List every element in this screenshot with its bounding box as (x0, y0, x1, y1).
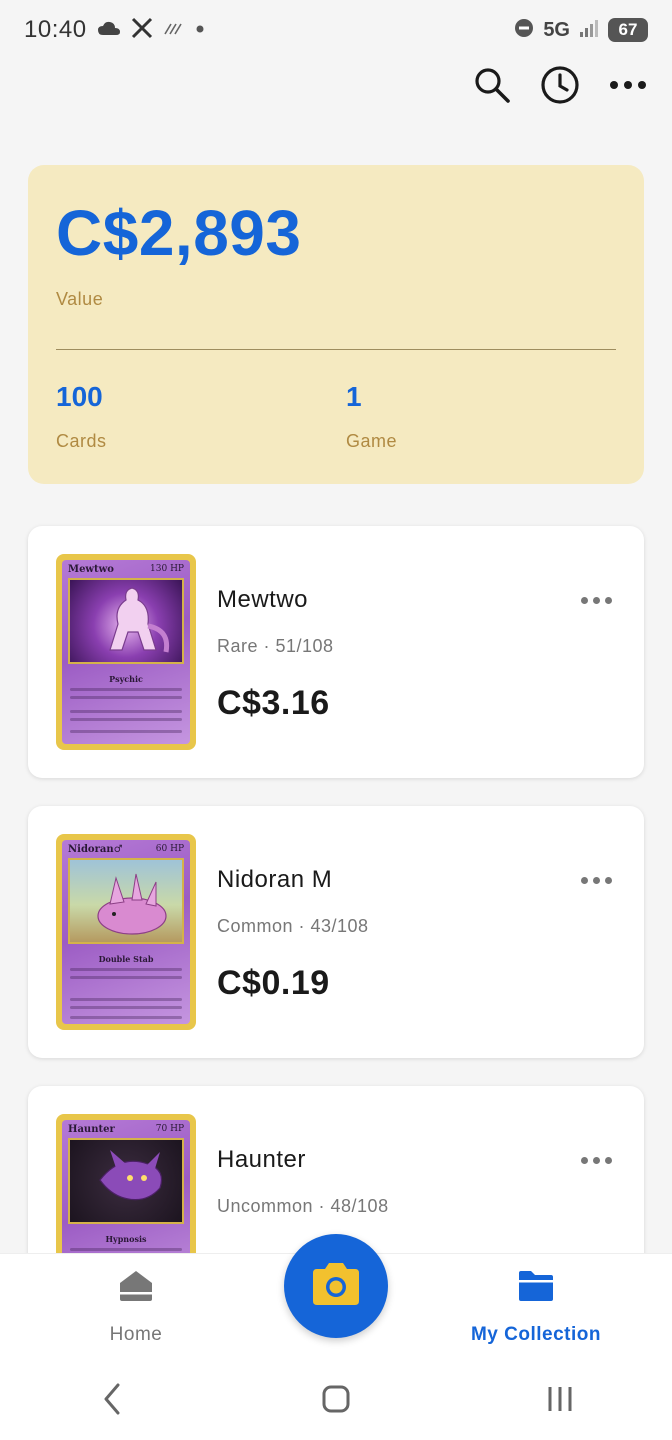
card-name: Haunter (217, 1146, 306, 1173)
dnd-icon (513, 17, 535, 44)
summary-divider (56, 349, 616, 350)
system-navigation-bar (0, 1358, 672, 1440)
network-label: 5G (543, 18, 570, 41)
card-image-hp: 130 HP (150, 564, 184, 574)
card-image: Mewtwo 130 HP Psychic (56, 554, 196, 750)
home-icon (46, 1264, 226, 1308)
collection-summary-card: C$2,893 Value 100 Cards 1 Game (28, 165, 644, 484)
status-right: 5G 67 (513, 17, 648, 44)
card-image-hp: 70 HP (155, 1124, 184, 1134)
card-image: Nidoran♂ 60 HP Double Stab (56, 834, 196, 1030)
card-list-item[interactable]: Mewtwo 130 HP Psychic Mewtwo Rare · 51/1… (28, 526, 644, 778)
dot-icon (195, 21, 205, 39)
card-price: C$3.16 (217, 684, 330, 722)
system-back-icon[interactable] (82, 1369, 142, 1429)
system-home-icon[interactable] (306, 1369, 366, 1429)
card-rarity-number: Rare · 51/108 (217, 636, 334, 656)
folder-icon (446, 1264, 626, 1308)
card-more-icon[interactable] (576, 588, 616, 612)
card-more-icon[interactable] (576, 868, 616, 892)
cloud-icon (97, 20, 121, 41)
card-image-attack: Double Stab (98, 954, 154, 964)
games-count: 1 (346, 381, 362, 412)
card-image-name: Haunter (68, 1124, 115, 1135)
system-recents-icon[interactable] (530, 1369, 590, 1429)
games-stat: 1 Game (346, 381, 397, 452)
card-rarity-number: Uncommon · 48/108 (217, 1196, 389, 1216)
more-icon[interactable] (608, 65, 648, 105)
card-price: C$0.19 (217, 964, 330, 1002)
cards-stat: 100 Cards (56, 381, 107, 452)
card-image-name: Mewtwo (68, 564, 114, 575)
card-image-attack: Psychic (109, 674, 143, 684)
camera-icon (309, 1261, 363, 1312)
card-rarity-number: Common · 43/108 (217, 916, 369, 936)
status-left: 10:40 (24, 16, 205, 44)
card-image-name: Nidoran♂ (68, 844, 123, 855)
history-icon[interactable] (540, 65, 580, 105)
battery-icon: 67 (608, 18, 648, 42)
nav-my-collection-label: My Collection (470, 1324, 601, 1345)
card-name: Mewtwo (217, 586, 309, 613)
nav-home[interactable]: Home (46, 1264, 226, 1346)
signal-lines-icon (163, 20, 185, 41)
signal-icon (578, 18, 600, 43)
scan-card-button[interactable] (284, 1234, 388, 1338)
collection-value-label: Value (56, 289, 104, 309)
card-more-icon[interactable] (576, 1148, 616, 1172)
x-logo-icon (131, 17, 153, 44)
card-name: Nidoran M (217, 866, 333, 893)
card-image-attack: Hypnosis (105, 1234, 147, 1244)
card-image-hp: 60 HP (155, 844, 184, 854)
nav-my-collection[interactable]: My Collection (446, 1264, 626, 1346)
top-action-bar (472, 60, 648, 110)
cards-count: 100 (56, 381, 103, 412)
nav-home-label: Home (109, 1324, 163, 1345)
collection-value: C$2,893 (56, 197, 302, 269)
cards-label: Cards (56, 431, 107, 451)
card-list-item[interactable]: Nidoran♂ 60 HP Double Stab Nidoran M Com… (28, 806, 644, 1058)
status-bar: 10:40 5G 67 (0, 0, 672, 60)
games-label: Game (346, 431, 398, 451)
status-time: 10:40 (24, 16, 87, 43)
search-icon[interactable] (472, 65, 512, 105)
